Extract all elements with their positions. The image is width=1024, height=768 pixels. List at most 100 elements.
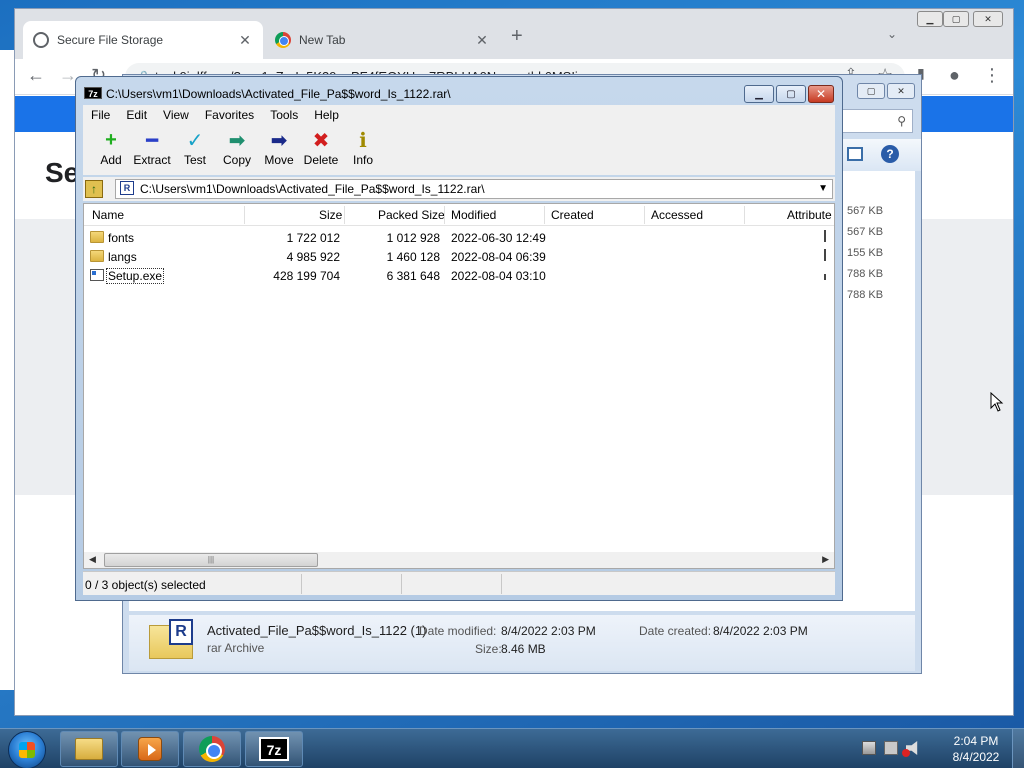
menu-bar: File Edit View Favorites Tools Help [83, 105, 835, 125]
copy-button[interactable]: ➡ Copy [216, 129, 258, 168]
menu-icon[interactable]: ⋮ [983, 65, 1001, 86]
delete-button[interactable]: ✖ Delete [300, 129, 342, 168]
menu-help[interactable]: Help [306, 108, 347, 122]
date-modified-label: Date modified: [419, 624, 497, 638]
table-row[interactable]: fonts 1 722 012 1 012 928 2022-06-30 12:… [84, 228, 834, 247]
new-tab-button[interactable]: + [511, 25, 523, 48]
column-attributes[interactable]: Attribute [787, 208, 832, 222]
show-desktop-button[interactable] [1012, 729, 1024, 768]
status-text: 0 / 3 object(s) selected [85, 578, 206, 592]
menu-tools[interactable]: Tools [262, 108, 306, 122]
mouse-cursor-icon [990, 392, 1004, 412]
minimize-button[interactable]: ▁ [744, 85, 774, 103]
date-created-label: Date created: [639, 624, 712, 638]
column-modified[interactable]: Modified [451, 208, 496, 222]
7zip-logo-icon: 7z [259, 737, 289, 761]
profile-icon[interactable]: ● [949, 65, 960, 86]
row-size: 428 199 704 [273, 269, 340, 283]
row-size: 1 722 012 [286, 231, 340, 245]
move-button[interactable]: ➡ Move [258, 129, 300, 168]
taskbar-chrome-button[interactable] [183, 731, 241, 767]
column-accessed[interactable]: Accessed [651, 208, 703, 222]
taskbar-media-player-button[interactable] [121, 731, 179, 767]
action-center-flag-icon[interactable] [884, 741, 898, 755]
test-label: Test [183, 153, 206, 167]
menu-edit[interactable]: Edit [118, 108, 155, 122]
row-attribute-mark [824, 249, 826, 261]
menu-file[interactable]: File [83, 108, 118, 122]
maximize-button[interactable]: ▢ [776, 85, 806, 103]
tab-search-icon[interactable]: ⌄ [887, 27, 897, 41]
test-button[interactable]: ✓ Test [174, 129, 216, 168]
explorer-maximize-icon[interactable]: ▢ [857, 83, 885, 99]
add-button[interactable]: + Add [90, 129, 132, 168]
date-modified-value: 8/4/2022 2:03 PM [501, 624, 596, 638]
column-size[interactable]: Size [319, 208, 342, 222]
info-button[interactable]: ℹ Info [342, 129, 384, 168]
row-attribute-mark [824, 230, 826, 242]
column-created[interactable]: Created [551, 208, 594, 222]
taskbar-explorer-button[interactable] [60, 731, 118, 767]
add-label: Add [100, 153, 122, 167]
file-size: 155 KB [847, 247, 884, 259]
maximize-icon[interactable]: ▢ [943, 11, 969, 27]
tab-title: Secure File Storage [57, 33, 164, 47]
explorer-close-icon[interactable]: ✕ [887, 83, 915, 99]
clock[interactable]: 2:04 PM 8/4/2022 [944, 733, 1008, 765]
system-tray [862, 741, 920, 755]
close-button[interactable]: ✕ [808, 85, 834, 103]
up-folder-icon[interactable]: ↑ [85, 180, 103, 198]
7zip-title-bar[interactable]: 7z C:\Users\vm1\Downloads\Activated_File… [76, 77, 842, 107]
menu-favorites[interactable]: Favorites [197, 108, 262, 122]
extract-label: Extract [133, 153, 171, 167]
menu-view[interactable]: View [155, 108, 197, 122]
taskbar-7zip-button[interactable]: 7z [245, 731, 303, 767]
path-combobox[interactable]: R C:\Users\vm1\Downloads\Activated_File_… [115, 179, 833, 199]
desktop-side-strip [0, 50, 14, 690]
table-row[interactable]: Setup.exe 428 199 704 6 381 648 2022-08-… [84, 266, 834, 285]
column-packed-size[interactable]: Packed Size [378, 208, 445, 222]
minimize-icon[interactable]: ▁ [917, 11, 943, 27]
row-modified: 2022-08-04 03:10 [451, 269, 546, 283]
explorer-details-pane: R Activated_File_Pa$$word_Is_1122 (1) ra… [129, 615, 915, 671]
move-label: Move [264, 153, 294, 167]
network-icon[interactable] [862, 741, 876, 755]
file-size: 788 KB [847, 289, 884, 301]
start-button[interactable] [8, 731, 46, 768]
file-size: 567 KB [847, 226, 884, 238]
close-tab-icon[interactable]: ✕ [237, 32, 253, 49]
window-title: C:\Users\vm1\Downloads\Activated_File_Pa… [106, 87, 451, 101]
window-buttons: ▁ ▢ ✕ [744, 85, 834, 103]
row-modified: 2022-08-04 06:39 [451, 250, 546, 264]
preview-pane-icon[interactable] [847, 147, 863, 161]
row-name: fonts [108, 231, 135, 245]
dropdown-arrow-icon[interactable]: ▼ [818, 180, 828, 198]
details-file-name: Activated_File_Pa$$word_Is_1122 (1) [207, 623, 427, 638]
scroll-left-icon[interactable]: ◀ [89, 554, 96, 565]
row-attribute-mark [824, 274, 826, 280]
scroll-right-icon[interactable]: ▶ [822, 554, 829, 565]
delete-label: Delete [303, 153, 339, 167]
close-icon[interactable]: ✕ [973, 11, 1003, 27]
row-size: 4 985 922 [286, 250, 340, 264]
row-name: Setup.exe [106, 268, 165, 284]
exe-file-icon [90, 269, 104, 281]
close-tab-icon[interactable]: ✕ [474, 32, 490, 49]
row-packed-size: 1 460 128 [386, 250, 440, 264]
back-icon[interactable]: ← [27, 65, 45, 86]
table-row[interactable]: langs 4 985 922 1 460 128 2022-08-04 06:… [84, 247, 834, 266]
desktop: Secure File Storage ✕ New Tab ✕ + ⌄ ▁ ▢ … [0, 0, 1024, 728]
help-icon[interactable]: ? [881, 145, 899, 163]
size-label: Size: [475, 642, 502, 656]
folder-icon [90, 250, 104, 262]
column-name[interactable]: Name [92, 208, 124, 222]
tab-secure-file-storage[interactable]: Secure File Storage ✕ [23, 21, 263, 59]
alert-badge-icon [902, 749, 910, 757]
7zip-logo-icon: 7z [84, 87, 102, 99]
file-list: Name Size Packed Size Modified Created A… [83, 203, 835, 569]
horizontal-scrollbar[interactable]: ◀ ||| ▶ [84, 552, 834, 568]
size-value: 8.46 MB [501, 642, 546, 656]
tab-new-tab[interactable]: New Tab ✕ [265, 21, 500, 59]
scrollbar-thumb[interactable]: ||| [104, 553, 318, 567]
extract-button[interactable]: ━ Extract [131, 129, 173, 168]
